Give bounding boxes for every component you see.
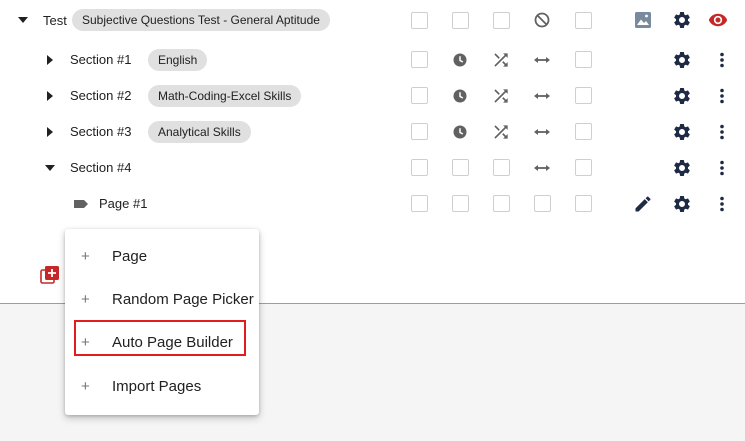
label-icon (71, 194, 91, 214)
test-row[interactable]: Test Subjective Questions Test - General… (0, 2, 745, 38)
image-icon[interactable] (633, 10, 653, 30)
clock-icon[interactable] (450, 50, 470, 70)
block-icon[interactable] (532, 10, 552, 30)
gear-icon[interactable] (672, 158, 692, 178)
section-checkbox[interactable] (411, 51, 428, 68)
more-vert-icon[interactable] (712, 86, 732, 106)
arrows-horizontal-icon[interactable] (532, 86, 552, 106)
shuffle-icon[interactable] (491, 86, 511, 106)
menu-item-import-pages[interactable]: + Import Pages (65, 367, 259, 407)
page-checkbox-3[interactable] (493, 195, 510, 212)
page-checkbox-4[interactable] (534, 195, 551, 212)
gear-icon[interactable] (672, 122, 692, 142)
eye-icon[interactable] (708, 10, 728, 30)
page-checkbox-2[interactable] (452, 195, 469, 212)
more-vert-icon[interactable] (712, 50, 732, 70)
shuffle-icon[interactable] (491, 50, 511, 70)
add-box-icon[interactable] (40, 265, 60, 285)
page-checkbox-5[interactable] (575, 195, 592, 212)
arrows-horizontal-icon[interactable] (532, 122, 552, 142)
clock-icon[interactable] (450, 122, 470, 142)
gear-icon[interactable] (672, 50, 692, 70)
section-checkbox-shuffle[interactable] (493, 159, 510, 176)
plus-icon: + (81, 378, 90, 395)
caret-down-icon[interactable] (18, 17, 28, 23)
test-checkbox-2[interactable] (452, 12, 469, 29)
test-label: Test (43, 13, 67, 28)
caret-down-icon[interactable] (45, 165, 55, 171)
section-row[interactable]: Section #3 Analytical Skills (0, 114, 745, 150)
section-chip: Math-Coding-Excel Skills (148, 85, 302, 107)
clock-icon[interactable] (450, 86, 470, 106)
edit-icon[interactable] (633, 194, 653, 214)
section-row[interactable]: Section #1 English (0, 42, 745, 78)
section-checkbox[interactable] (411, 123, 428, 140)
menu-item-label: Auto Page Builder (112, 334, 233, 351)
arrows-horizontal-icon[interactable] (532, 158, 552, 178)
section-label: Section #1 (70, 52, 132, 67)
menu-item-label: Page (112, 248, 148, 265)
gear-icon[interactable] (672, 86, 692, 106)
shuffle-icon[interactable] (491, 122, 511, 142)
caret-right-icon[interactable] (47, 127, 53, 137)
section-row[interactable]: Section #4 (0, 150, 745, 186)
test-checkbox-3[interactable] (493, 12, 510, 29)
more-vert-icon[interactable] (712, 194, 732, 214)
section-row[interactable]: Section #2 Math-Coding-Excel Skills (0, 78, 745, 114)
more-vert-icon[interactable] (712, 158, 732, 178)
section-label: Section #2 (70, 88, 132, 103)
plus-icon: + (81, 291, 90, 308)
caret-right-icon[interactable] (47, 91, 53, 101)
plus-icon: + (81, 248, 90, 265)
menu-item-label: Random Page Picker (112, 291, 254, 308)
gear-icon[interactable] (672, 194, 692, 214)
page-label: Page #1 (99, 196, 148, 211)
test-title-chip: Subjective Questions Test - General Apti… (72, 9, 330, 31)
section-checkbox-2[interactable] (575, 87, 592, 104)
arrows-horizontal-icon[interactable] (532, 50, 552, 70)
section-checkbox[interactable] (411, 87, 428, 104)
test-checkbox-1[interactable] (411, 12, 428, 29)
test-checkbox-4[interactable] (575, 12, 592, 29)
section-label: Section #4 (70, 160, 132, 175)
section-checkbox-2[interactable] (575, 159, 592, 176)
section-chip: Analytical Skills (148, 121, 251, 143)
caret-right-icon[interactable] (47, 55, 53, 65)
menu-item-label: Import Pages (112, 378, 202, 395)
more-vert-icon[interactable] (712, 122, 732, 142)
section-label: Section #3 (70, 124, 132, 139)
plus-icon: + (81, 334, 90, 351)
menu-item-page[interactable]: + Page (65, 237, 259, 277)
section-checkbox-2[interactable] (575, 123, 592, 140)
section-checkbox-time[interactable] (452, 159, 469, 176)
section-checkbox[interactable] (411, 159, 428, 176)
menu-item-auto-page-builder[interactable]: + Auto Page Builder (65, 320, 259, 363)
section-checkbox-2[interactable] (575, 51, 592, 68)
add-page-menu: + Page + Random Page Picker + Auto Page … (65, 229, 259, 415)
gear-icon[interactable] (672, 10, 692, 30)
menu-item-random-page-picker[interactable]: + Random Page Picker (65, 280, 259, 320)
section-chip: English (148, 49, 208, 71)
page-row[interactable]: Page #1 (0, 186, 745, 222)
page-checkbox-1[interactable] (411, 195, 428, 212)
